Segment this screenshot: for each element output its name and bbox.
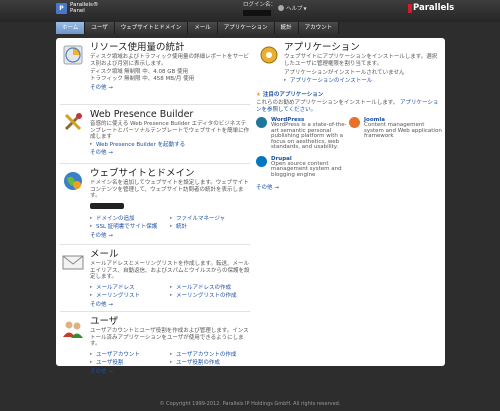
- app-joomla[interactable]: Joomla Content management system and Web…: [349, 117, 442, 151]
- login-label: ログイン名：: [243, 2, 277, 8]
- main-tabs: ホーム ユーザ ウェブサイトとドメイン メール アプリケーション 統計 アカウン…: [56, 22, 340, 34]
- create-user-role-link[interactable]: ユーザ役割の作成: [170, 359, 250, 367]
- tab-account[interactable]: アカウント: [298, 22, 340, 34]
- websites-more-link[interactable]: その他 →: [90, 233, 250, 239]
- resource-more-link[interactable]: その他 →: [90, 85, 250, 91]
- applications-desc: ウェブサイトにアプリケーションをインストールします。選択したユーザに管理権限を割…: [284, 54, 438, 67]
- disk-value: 無制限 中、4.08 GB 使用: [124, 69, 189, 75]
- ssl-link[interactable]: SSL 証明書でサイト保護: [90, 223, 170, 231]
- mail-desc: メールアドレスとメーリングリストを作成します。転送、メールエイリアス、自動返信、…: [90, 261, 250, 280]
- app-desc: WordPress is a state-of-the-art semantic…: [271, 122, 347, 150]
- parallels-brand-icon: [408, 3, 412, 13]
- login-info: ログイン名：: [243, 2, 276, 16]
- websites-title: ウェブサイトとドメイン: [90, 168, 195, 179]
- mailing-list-link[interactable]: メーリングリスト: [90, 292, 170, 300]
- help-label: ヘルプ: [286, 6, 303, 12]
- tab-websites-domains[interactable]: ウェブサイトとドメイン: [114, 22, 189, 34]
- disk-label: ディスク領域: [90, 69, 123, 75]
- websites-section: ウェブサイトとドメイン ドメイン名を追加してウェブサイトを設定します。ウェブサイ…: [60, 168, 250, 240]
- help-icon: [278, 5, 284, 11]
- users-title: ユーザ: [90, 316, 119, 327]
- tab-mail[interactable]: メール: [188, 22, 218, 34]
- usage-table: ディスク領域 無制限 中、4.08 GB 使用 トラフィック 無制限 中、458…: [90, 69, 250, 83]
- wpb-section: Web Presence Builder 音感的に使える Web Presenc…: [60, 109, 250, 159]
- tab-statistics[interactable]: 統計: [274, 22, 299, 34]
- drupal-icon: [256, 155, 267, 167]
- launch-wpb-link[interactable]: Web Presence Builder を起動する: [90, 142, 250, 149]
- tab-home[interactable]: ホーム: [56, 22, 86, 34]
- resource-usage-desc: ディスク領域およびトラフィック使用量の詳細レポートをサービス別および月別に表示し…: [90, 54, 250, 67]
- wpb-desc: 音感的に使える Web Presence Builder エディタのビジネステン…: [90, 121, 250, 140]
- divider: [60, 163, 250, 164]
- redacted-domain: [90, 202, 124, 209]
- add-domain-link[interactable]: ドメインの追加: [90, 215, 170, 223]
- left-column: リソース使用量の統計 ディスク領域およびトラフィック使用量の詳細レポートをサービ…: [60, 42, 250, 375]
- users-icon: [63, 321, 83, 338]
- gear-icon: [260, 46, 278, 64]
- create-user-account-link[interactable]: ユーザアカウントの作成: [170, 351, 250, 359]
- websites-desc: ドメイン名を追加してウェブサイトを設定します。ウェブサイトコンテンツを管理して、…: [90, 180, 249, 199]
- globe-icon: [64, 172, 82, 190]
- app-wordpress[interactable]: WordPress WordPress is a state-of-the-ar…: [256, 117, 349, 151]
- mail-more-link[interactable]: その他 →: [90, 302, 250, 308]
- featured-apps-desc: これらのお勧めアプリケーションをインストールします。 アプリケーションを参照して…: [256, 100, 439, 113]
- users-section: ユーザ ユーザアカウントとユーザ役割を作成および管理します。インストール済みアプ…: [60, 316, 250, 375]
- featured-apps-title: ★ 注目のアプリケーション: [256, 92, 324, 98]
- create-mail-address-link[interactable]: メールアドレスの作成: [170, 284, 250, 292]
- app-desc: Open source content management system an…: [271, 160, 342, 178]
- resource-usage-section: リソース使用量の統計 ディスク領域およびトラフィック使用量の詳細レポートをサービ…: [60, 42, 250, 100]
- divider: [60, 244, 250, 245]
- star-icon: ★: [256, 92, 261, 98]
- user-roles-link[interactable]: ユーザ役割: [90, 359, 170, 367]
- redacted-username: [243, 10, 271, 16]
- mail-address-link[interactable]: メールアドレス: [90, 284, 170, 292]
- resource-usage-title: リソース使用量の統計: [90, 42, 185, 53]
- logo-subtitle: Panel: [70, 8, 85, 14]
- tab-users[interactable]: ユーザ: [85, 22, 115, 34]
- user-accounts-link[interactable]: ユーザアカウント: [90, 351, 170, 359]
- applications-title: アプリケーション: [284, 42, 360, 53]
- app-drupal[interactable]: Drupal Open source content management sy…: [256, 155, 349, 179]
- users-more-link[interactable]: その他 →: [90, 369, 250, 375]
- app-desc: Content management system and Web applic…: [364, 122, 442, 139]
- help-menu[interactable]: ヘルプ ▼: [278, 4, 307, 12]
- top-bar: P Parallels® Panel ログイン名： ヘルプ ▼ Parallel…: [0, 0, 500, 22]
- websites-links: ドメインの追加 ファイルマネージャ SSL 証明書でサイト保護 統計: [90, 215, 250, 231]
- disk-usage-icon: [63, 45, 83, 65]
- applications-status: アプリケーションがインストールされていません: [284, 70, 405, 76]
- right-column: アプリケーション ウェブサイトにアプリケーションをインストールします。選択したユ…: [256, 42, 442, 191]
- traffic-value: 無制限 中、458 MB/月 使用: [124, 76, 195, 82]
- parallels-brand: Parallels: [408, 3, 454, 13]
- home-panel: リソース使用量の統計 ディスク領域およびトラフィック使用量の詳細レポートをサービ…: [56, 38, 445, 375]
- statistics-link[interactable]: 統計: [170, 223, 250, 231]
- mail-section: メール メールアドレスとメーリングリストを作成します。転送、メールエイリアス、自…: [60, 249, 250, 308]
- wordpress-icon: [256, 117, 267, 128]
- users-links: ユーザアカウント ユーザアカウントの作成 ユーザ役割 ユーザ役割の作成: [90, 351, 250, 367]
- applications-section: アプリケーション ウェブサイトにアプリケーションをインストールします。選択したユ…: [256, 42, 442, 84]
- featured-more-link[interactable]: その他 →: [256, 185, 442, 191]
- brand-label: Parallels: [413, 3, 455, 13]
- joomla-icon: [349, 117, 360, 128]
- envelope-icon: [62, 255, 84, 270]
- users-desc: ユーザアカウントとユーザ役割を作成および管理します。インストール済みアプリケーシ…: [90, 328, 249, 347]
- mail-links: メールアドレス メールアドレスの作成 メーリングリスト メーリングリストの作成: [90, 284, 250, 300]
- chevron-down-icon: ▼: [303, 5, 307, 11]
- create-mailing-list-link[interactable]: メーリングリストの作成: [170, 292, 250, 300]
- footer-copyright: © Copyright 1999-2012. Parallels IP Hold…: [159, 401, 341, 407]
- traffic-label: トラフィック: [90, 76, 123, 82]
- wpb-title: Web Presence Builder: [90, 109, 194, 120]
- featured-apps-grid: WordPress WordPress is a state-of-the-ar…: [256, 117, 442, 183]
- mail-title: メール: [90, 249, 119, 260]
- divider: [60, 104, 250, 105]
- app-logo[interactable]: P Parallels® Panel: [56, 2, 98, 14]
- install-applications-link[interactable]: アプリケーションのインストール: [284, 78, 442, 85]
- divider: [60, 311, 250, 312]
- featured-apps: ★ 注目のアプリケーション これらのお勧めアプリケーションをインストールします。…: [256, 92, 442, 191]
- wpb-more-link[interactable]: その他 →: [90, 150, 250, 156]
- tools-icon: [64, 113, 82, 131]
- tab-applications[interactable]: アプリケーション: [217, 22, 275, 34]
- parallels-logo-icon: P: [56, 2, 67, 14]
- file-manager-link[interactable]: ファイルマネージャ: [170, 215, 250, 223]
